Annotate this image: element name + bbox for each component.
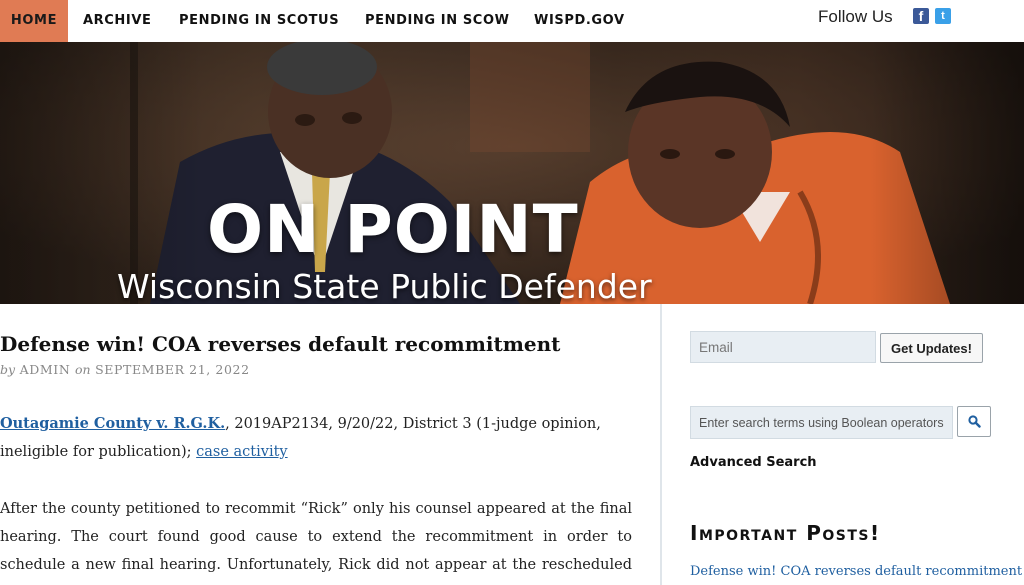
nav-pending-scow[interactable]: PENDING IN SCOW — [365, 0, 510, 42]
follow-us-label: Follow Us — [818, 7, 893, 26]
top-navigation: HOME ARCHIVE PENDING IN SCOTUS PENDING I… — [0, 0, 1024, 42]
nav-pending-scotus[interactable]: PENDING IN SCOTUS — [179, 0, 339, 42]
article: Defense win! COA reverses default recomm… — [0, 304, 640, 585]
important-posts-heading: Important Posts! — [690, 521, 881, 545]
byline-on: on — [74, 362, 91, 377]
paragraph-line-1: After the county petitioned to recommit … — [0, 501, 632, 517]
hero-title: ON POINT — [207, 191, 579, 268]
article-byline: by ADMIN on SEPTEMBER 21, 2022 — [0, 362, 250, 378]
hero-subtitle: Wisconsin State Public Defender — [117, 267, 652, 304]
case-name-link[interactable]: Outagamie County v. R.G.K. — [0, 415, 225, 432]
important-post-link[interactable]: Defense win! COA reverses default recomm… — [690, 564, 1022, 579]
hero-banner: ON POINT Wisconsin State Public Defender — [0, 42, 1024, 304]
nav-archive[interactable]: ARCHIVE — [83, 0, 151, 42]
search-button[interactable] — [957, 406, 991, 437]
article-title[interactable]: Defense win! COA reverses default recomm… — [0, 331, 560, 357]
article-paragraph-1: Outagamie County v. R.G.K., 2019AP2134, … — [0, 410, 632, 466]
search-input[interactable] — [690, 406, 953, 439]
get-updates-button[interactable]: Get Updates! — [880, 333, 983, 363]
paragraph-line-3: schedule a new final hearing. Unfortunat… — [0, 557, 632, 573]
byline-date: SEPTEMBER 21, 2022 — [95, 362, 250, 377]
nav-home[interactable]: HOME — [0, 0, 68, 42]
case-activity-link[interactable]: case activity — [196, 444, 287, 460]
search-icon — [968, 415, 981, 428]
case-details-2: ineligible for publication); — [0, 444, 192, 460]
email-input[interactable] — [690, 331, 876, 363]
advanced-search-link[interactable]: Advanced Search — [690, 455, 817, 470]
nav-wispd[interactable]: WISPD.GOV — [534, 0, 625, 42]
article-paragraph-2: After the county petitioned to recommit … — [0, 495, 632, 579]
twitter-icon[interactable]: t — [935, 8, 951, 24]
byline-prefix: by — [0, 362, 16, 377]
content-divider — [660, 304, 662, 585]
case-details-1: , 2019AP2134, 9/20/22, District 3 (1-jud… — [225, 416, 601, 432]
paragraph-line-2: hearing. The court found good cause to e… — [0, 529, 632, 545]
facebook-icon[interactable]: f — [913, 8, 929, 24]
byline-author[interactable]: ADMIN — [20, 362, 71, 377]
